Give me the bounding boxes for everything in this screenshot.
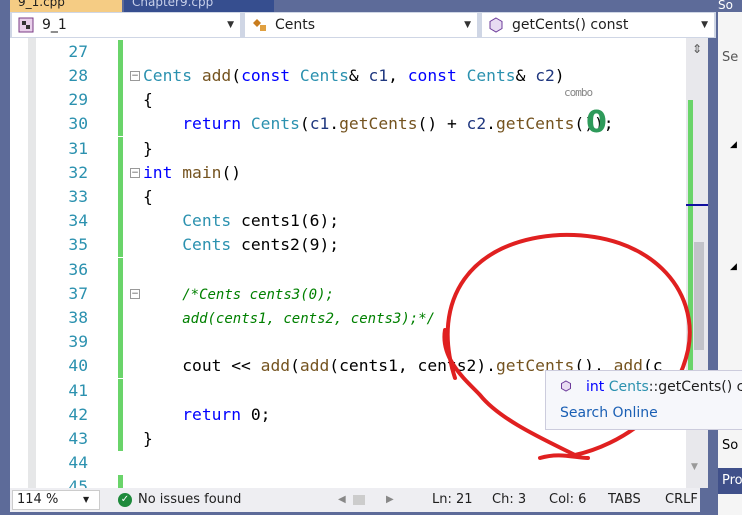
red-ink-circle [442,232,692,460]
quick-info-tooltip: int Cents::getCents() co Search Online [545,370,742,430]
tooltip-keyword: int [586,379,605,395]
search-online-link[interactable]: Search Online [560,405,658,421]
tooltip-signature: ::getCents() co [648,379,742,395]
method-icon [561,380,571,392]
tooltip-type: Cents [608,379,649,395]
